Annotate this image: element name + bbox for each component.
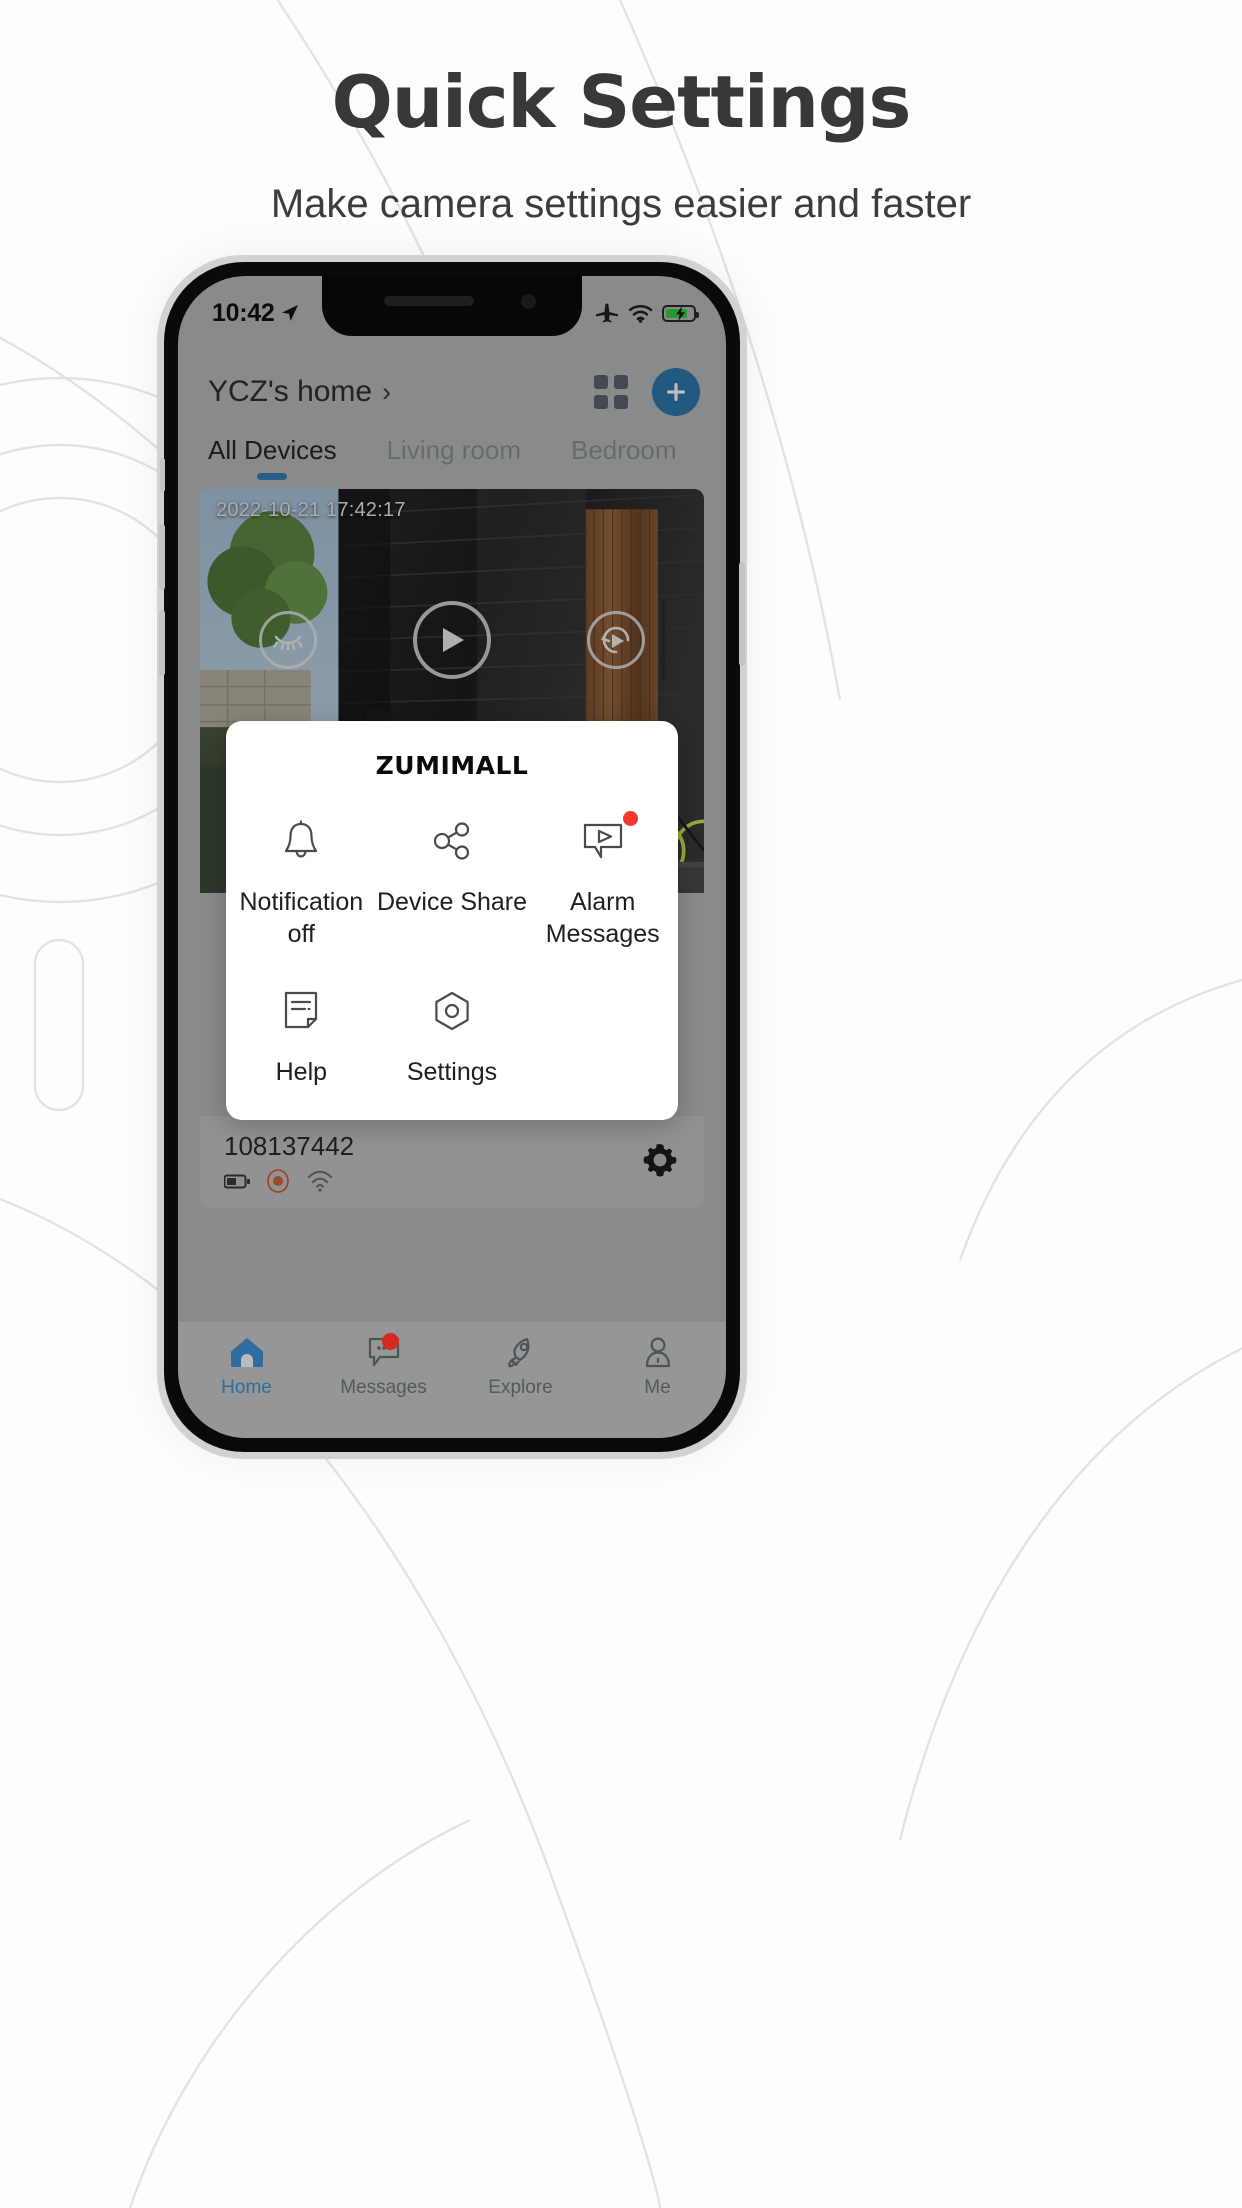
messages-badge-dot	[381, 1333, 399, 1350]
modal-item-label: Alarm Messages	[545, 888, 660, 948]
page-root: Quick Settings Make camera settings easi…	[0, 0, 1242, 2208]
modal-item-notification-off[interactable]: Notification off	[226, 814, 377, 950]
nav-item-messages[interactable]: Messages	[315, 1333, 452, 1399]
alarm-badge-dot	[622, 811, 638, 826]
hexagon-gear-icon	[430, 984, 474, 1038]
phone-screen: 2022-10-21 17:42:17 108137442 10:42 YCZ'…	[178, 276, 726, 1438]
power-button[interactable]	[739, 562, 745, 666]
volume-down-button[interactable]	[159, 610, 165, 676]
nav-item-me[interactable]: Me	[589, 1336, 726, 1399]
modal-item-empty	[527, 984, 678, 1088]
modal-item-device-share[interactable]: Device Share	[377, 814, 528, 950]
nav-item-home[interactable]: Home	[178, 1336, 315, 1399]
nav-label: Messages	[340, 1377, 427, 1398]
home-icon	[230, 1338, 263, 1367]
modal-item-label: Notification off	[239, 888, 364, 948]
nav-label: Home	[221, 1377, 272, 1398]
rocket-icon	[507, 1337, 530, 1368]
brand-logo: ZUMIMALL	[375, 751, 529, 780]
share-nodes-icon	[431, 814, 473, 868]
video-message-icon	[581, 811, 638, 868]
bottom-navigation: Home Messages Explore Me	[178, 1322, 726, 1438]
nav-label: Me	[644, 1377, 671, 1398]
quick-settings-modal: ZUMIMALL Notification off Device Share A…	[226, 721, 678, 1120]
modal-item-label: Settings	[406, 1058, 498, 1086]
document-icon	[281, 984, 321, 1038]
modal-item-settings[interactable]: Settings	[377, 984, 528, 1088]
nav-item-explore[interactable]: Explore	[452, 1336, 589, 1399]
modal-item-label: Help	[275, 1058, 328, 1086]
person-icon	[645, 1337, 670, 1368]
modal-row-1: Notification off Device Share Alarm Mess…	[226, 811, 678, 950]
bell-icon	[281, 814, 321, 868]
volume-up-button[interactable]	[159, 524, 165, 590]
page-title: Quick Settings	[331, 60, 912, 144]
page-subtitle: Make camera settings easier and faster	[270, 182, 972, 226]
phone-bezel: 2022-10-21 17:42:17 108137442 10:42 YCZ'…	[159, 262, 745, 1452]
modal-row-2: Help Settings	[226, 984, 678, 1088]
mute-switch[interactable]	[160, 458, 165, 492]
modal-item-alarm-messages[interactable]: Alarm Messages	[527, 811, 678, 950]
nav-label: Explore	[488, 1377, 553, 1398]
modal-item-label: Device Share	[376, 888, 528, 916]
phone-device: 2022-10-21 17:42:17 108137442 10:42 YCZ'…	[157, 255, 747, 1459]
modal-item-help[interactable]: Help	[226, 984, 377, 1088]
